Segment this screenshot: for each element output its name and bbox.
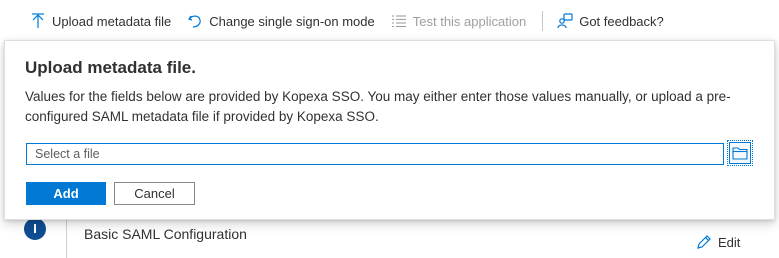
- edit-button[interactable]: Edit: [696, 234, 740, 250]
- folder-icon: [732, 147, 748, 160]
- file-select-input[interactable]: [26, 143, 724, 165]
- pencil-icon: [697, 235, 711, 249]
- feedback-label: Got feedback?: [579, 13, 664, 29]
- page: Upload metadata file Change single sign-…: [0, 0, 779, 258]
- feedback-person-icon: [557, 13, 573, 29]
- saml-config-title: Basic SAML Configuration: [84, 226, 247, 242]
- dialog-title: Upload metadata file.: [25, 58, 196, 77]
- feedback-button[interactable]: Got feedback?: [557, 13, 664, 29]
- add-button[interactable]: Add: [26, 182, 106, 205]
- upload-arrow-icon: [30, 13, 46, 29]
- cancel-button[interactable]: Cancel: [114, 182, 195, 205]
- change-sso-mode-label: Change single sign-on mode: [209, 13, 375, 29]
- command-toolbar: Upload metadata file Change single sign-…: [0, 0, 779, 42]
- test-application-label: Test this application: [412, 13, 527, 29]
- change-sso-mode-button[interactable]: Change single sign-on mode: [187, 13, 375, 29]
- toolbar-divider: [542, 11, 544, 31]
- edit-label: Edit: [718, 234, 741, 250]
- upload-metadata-button[interactable]: Upload metadata file: [30, 13, 171, 29]
- upload-metadata-dialog: Upload metadata file. Values for the fie…: [4, 40, 775, 220]
- dialog-description: Values for the fields below are provided…: [25, 89, 731, 124]
- undo-arrow-icon: [187, 13, 203, 29]
- browse-file-button[interactable]: [727, 140, 753, 166]
- step-number-badge: [24, 218, 46, 240]
- upload-metadata-label: Upload metadata file: [52, 13, 172, 29]
- test-application-button[interactable]: Test this application: [391, 13, 526, 29]
- list-icon: [391, 13, 407, 29]
